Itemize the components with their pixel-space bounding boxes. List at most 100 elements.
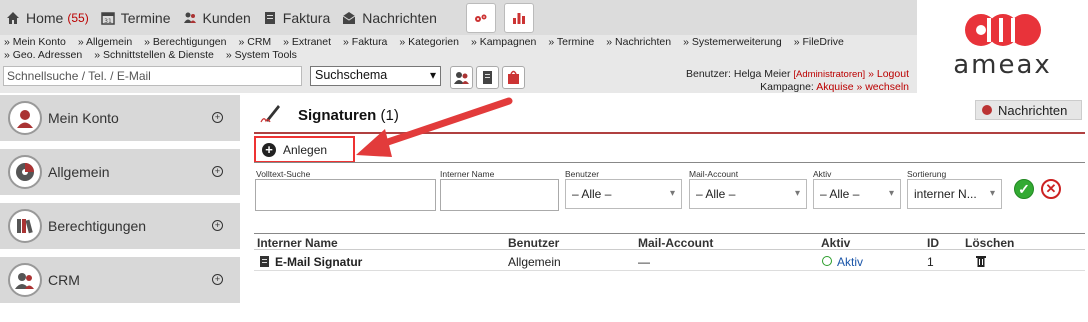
sidebar-item-allgemein[interactable]: Allgemein +: [0, 149, 240, 195]
interner-name-label: Interner Name: [440, 169, 495, 179]
users-icon: [8, 263, 42, 297]
quick-link[interactable]: » Termine: [548, 36, 594, 48]
settings-gears-button[interactable]: [466, 3, 496, 33]
active-status-icon: [822, 256, 832, 266]
title-divider: [254, 132, 1085, 134]
nav-nachrichten[interactable]: Nachrichten: [336, 0, 443, 35]
column-header[interactable]: Interner Name: [257, 236, 338, 250]
row-benutzer: Allgemein: [508, 255, 561, 269]
sidebar-item-berechtigungen[interactable]: Berechtigungen +: [0, 203, 240, 249]
quick-link[interactable]: » Faktura: [343, 36, 387, 48]
reset-filter-button[interactable]: ✕: [1041, 179, 1061, 199]
quick-link[interactable]: » FileDrive: [794, 36, 844, 48]
aktiv-select[interactable]: – Alle –: [813, 179, 901, 209]
aktiv-label: Aktiv: [813, 169, 832, 179]
expand-icon[interactable]: +: [212, 220, 223, 231]
quick-link[interactable]: » Systemerweiterung: [683, 36, 782, 48]
kampagne-value[interactable]: Akquise: [816, 81, 853, 93]
aktiv-select-value: – Alle –: [820, 187, 860, 201]
nav-home[interactable]: Home (55): [0, 0, 95, 35]
ameax-logo-text: ameax: [953, 50, 1052, 80]
user-info: Benutzer: Helga Meier [Administratoren] …: [686, 68, 909, 93]
table-header: Interner Name Benutzer Mail-Account Akti…: [254, 233, 1085, 250]
signature-pen-icon: [260, 105, 280, 123]
quick-link[interactable]: » Geo. Adressen: [4, 49, 82, 61]
sortierung-select-value: interner N...: [914, 187, 977, 201]
column-header[interactable]: Benutzer: [508, 236, 559, 250]
apply-filter-button[interactable]: ✓: [1014, 179, 1034, 199]
volltext-label: Volltext-Suche: [256, 169, 311, 179]
nav-faktura[interactable]: Faktura: [257, 0, 336, 35]
column-header[interactable]: Aktiv: [821, 236, 850, 250]
expand-icon[interactable]: +: [212, 274, 223, 285]
users-icon: [454, 72, 469, 84]
quick-link[interactable]: » Nachrichten: [606, 36, 671, 48]
benutzer-label: Benutzer: [565, 169, 600, 179]
sortierung-label: Sortierung: [907, 169, 947, 179]
logout-link[interactable]: » Logout: [868, 68, 909, 80]
volltext-input[interactable]: [255, 179, 436, 211]
sidebar: Mein Konto + Allgemein + Berechtigungen …: [0, 93, 240, 322]
table-row[interactable]: E-Mail Signatur Allgemein — Aktiv 1: [254, 253, 1085, 271]
nav-kunden[interactable]: Kunden: [177, 0, 257, 35]
messages-button[interactable]: Nachrichten: [975, 100, 1082, 120]
shopping-bag-icon: [508, 70, 519, 84]
nav-nachrichten-label: Nachrichten: [362, 9, 437, 26]
expand-icon[interactable]: +: [212, 112, 223, 123]
ameax-logo: ameax: [917, 0, 1088, 93]
top-navigation-bar: Home (55) 31 Termine Kunden Faktura Nach…: [0, 0, 917, 35]
quick-link[interactable]: » Schnittstellen & Dienste: [94, 49, 214, 61]
page-title: Signaturen (1): [298, 107, 399, 124]
kampagne-label: Kampagne:: [760, 81, 814, 93]
trash-icon[interactable]: [976, 255, 986, 267]
expand-icon[interactable]: +: [212, 166, 223, 177]
quick-link[interactable]: » System Tools: [226, 49, 297, 61]
books-icon: [8, 209, 42, 243]
sidebar-item-label: Mein Konto: [48, 110, 119, 126]
back-icon: [982, 105, 992, 115]
disc-icon: [8, 155, 42, 189]
column-header[interactable]: ID: [927, 236, 939, 250]
sidebar-item-mein-konto[interactable]: Mein Konto +: [0, 95, 240, 141]
create-button[interactable]: + Anlegen: [254, 136, 355, 163]
interner-name-input[interactable]: [440, 179, 559, 211]
filter-divider: [254, 162, 1085, 163]
quick-link[interactable]: » Allgemein: [78, 36, 132, 48]
quick-link[interactable]: » Kategorien: [399, 36, 459, 48]
nav-termine[interactable]: 31 Termine: [95, 0, 177, 35]
search-row: Schnellsuche / Tel. / E-Mail Suchschema …: [0, 63, 917, 93]
mail-account-select[interactable]: – Alle –: [689, 179, 807, 209]
search-schema-select[interactable]: Suchschema: [310, 66, 441, 86]
quick-link[interactable]: » CRM: [239, 36, 272, 48]
document-icon: [483, 71, 492, 84]
row-name[interactable]: E-Mail Signatur: [275, 255, 362, 269]
sidebar-item-label: Allgemein: [48, 164, 110, 180]
messages-button-label: Nachrichten: [998, 102, 1068, 118]
nav-termine-label: Termine: [120, 9, 171, 26]
column-header: Löschen: [965, 236, 1015, 250]
quick-link[interactable]: » Berechtigungen: [144, 36, 226, 48]
add-contact-button[interactable]: [450, 66, 473, 89]
document-list-button[interactable]: [476, 66, 499, 89]
quick-search-input[interactable]: Schnellsuche / Tel. / E-Mail: [3, 66, 302, 86]
user-name: Benutzer: Helga Meier: [686, 68, 791, 80]
sortierung-select[interactable]: interner N...: [907, 179, 1002, 209]
mail-account-select-value: – Alle –: [696, 187, 736, 201]
kampagne-switch-link[interactable]: » wechseln: [856, 81, 909, 93]
quick-link[interactable]: » Extranet: [283, 36, 331, 48]
column-header[interactable]: Mail-Account: [638, 236, 713, 250]
mail-account-label: Mail-Account: [689, 169, 739, 179]
row-mail-account: —: [638, 255, 650, 269]
sidebar-item-label: CRM: [48, 272, 80, 288]
shopping-bag-button[interactable]: [502, 66, 525, 89]
row-aktiv[interactable]: Aktiv: [837, 255, 863, 269]
home-icon: [7, 11, 19, 24]
quick-link[interactable]: » Kampagnen: [471, 36, 536, 48]
create-button-label: Anlegen: [283, 142, 328, 157]
benutzer-select[interactable]: – Alle –: [565, 179, 682, 209]
sidebar-item-crm[interactable]: CRM +: [0, 257, 240, 303]
nav-faktura-label: Faktura: [282, 9, 331, 26]
statistics-button[interactable]: [504, 3, 534, 33]
quick-link[interactable]: » Mein Konto: [4, 36, 66, 48]
nav-home-label: Home: [26, 9, 64, 26]
